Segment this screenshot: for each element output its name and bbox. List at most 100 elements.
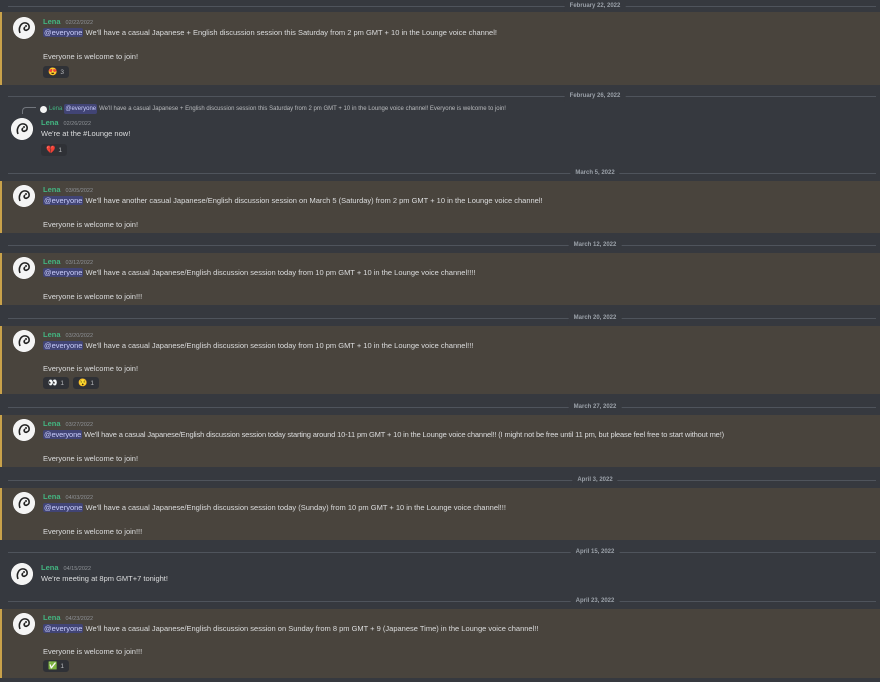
timestamp: 02/22/2022 bbox=[65, 20, 94, 26]
message-text-body: We'll have a casual Japanese/English dis… bbox=[83, 503, 506, 512]
reactions: 👀 1 😯 1 bbox=[43, 377, 99, 389]
date-divider-label: March 27, 2022 bbox=[568, 401, 622, 413]
message[interactable]: Lena @everyone We'll have a casual Japane… bbox=[0, 104, 880, 162]
message-text-second-line: Everyone is welcome to join! bbox=[43, 52, 139, 61]
message-text: We're meeting at 8pm GMT+7 tonight! bbox=[41, 574, 168, 583]
message-text-second-line: Everyone is welcome to join! bbox=[43, 220, 139, 229]
date-divider-label: February 26, 2022 bbox=[564, 90, 626, 102]
avatar[interactable] bbox=[13, 330, 35, 352]
mention-everyone[interactable]: @everyone bbox=[43, 28, 84, 37]
mention-everyone[interactable]: @everyone bbox=[43, 341, 84, 350]
date-divider: March 20, 2022 bbox=[0, 312, 880, 324]
date-divider: April 23, 2022 bbox=[0, 595, 880, 607]
username[interactable]: Lena bbox=[43, 17, 61, 26]
date-divider: February 22, 2022 bbox=[0, 0, 880, 12]
message-text-body: We'll have another casual Japanese/Engli… bbox=[83, 196, 543, 205]
avatar[interactable] bbox=[13, 17, 35, 39]
message[interactable]: Lena 04/03/2022 @everyone We'll have a ca… bbox=[0, 488, 880, 540]
date-divider: February 26, 2022 bbox=[0, 90, 880, 102]
avatar[interactable] bbox=[13, 419, 35, 441]
date-divider: March 5, 2022 bbox=[0, 167, 880, 179]
date-divider-label: April 3, 2022 bbox=[572, 474, 618, 486]
timestamp: 04/03/2022 bbox=[65, 495, 94, 501]
message-header: Lena 03/12/2022 bbox=[43, 257, 93, 268]
username[interactable]: Lena bbox=[43, 613, 61, 622]
mention-everyone[interactable]: @everyone bbox=[43, 503, 84, 512]
mention-everyone[interactable]: @everyone bbox=[43, 268, 84, 277]
timestamp: 03/12/2022 bbox=[65, 260, 94, 266]
message-header: Lena 02/22/2022 bbox=[43, 17, 93, 28]
surprised-face-emoji-icon: 😯 bbox=[77, 378, 88, 387]
avatar[interactable] bbox=[13, 185, 35, 207]
message-header: Lena 04/15/2022 bbox=[41, 563, 91, 574]
username[interactable]: Lena bbox=[43, 257, 61, 266]
message-text-body: We'll have a casual Japanese/English dis… bbox=[83, 341, 474, 350]
avatar[interactable] bbox=[11, 118, 33, 140]
reaction-eyes[interactable]: 👀 1 bbox=[43, 377, 69, 389]
timestamp: 02/26/2022 bbox=[63, 121, 92, 127]
message[interactable]: Lena 04/15/2022 We're meeting at 8pm GMT+… bbox=[0, 560, 880, 592]
message[interactable]: Lena 03/05/2022 @everyone We'll have anot… bbox=[0, 181, 880, 233]
message-list[interactable]: February 22, 2022 Lena 02/22/2022 @everyo… bbox=[0, 0, 880, 682]
eyes-emoji-icon: 👀 bbox=[48, 378, 58, 387]
message-header: Lena 03/05/2022 bbox=[43, 185, 93, 196]
username[interactable]: Lena bbox=[43, 185, 61, 194]
reply-preview[interactable]: Lena @everyone We'll have a casual Japane… bbox=[40, 104, 506, 114]
message-text-body: We'll have a casual Japanese/English dis… bbox=[83, 268, 476, 277]
username[interactable]: Lena bbox=[41, 118, 59, 127]
username[interactable]: Lena bbox=[43, 330, 61, 339]
reaction-check-mark[interactable]: ✅ 1 bbox=[43, 660, 69, 672]
timestamp: 04/15/2022 bbox=[63, 566, 92, 572]
username[interactable]: Lena bbox=[43, 419, 61, 428]
message[interactable]: Lena 03/12/2022 @everyone We'll have a ca… bbox=[0, 253, 880, 305]
broken-heart-emoji-icon: 💔 bbox=[46, 145, 56, 154]
heart-eyes-emoji-icon: 😍 bbox=[48, 67, 58, 76]
reaction-count: 1 bbox=[58, 146, 62, 154]
message-header: Lena 02/26/2022 bbox=[41, 118, 91, 129]
mention-everyone[interactable]: @everyone bbox=[43, 430, 83, 439]
avatar[interactable] bbox=[11, 563, 33, 585]
reply-text: We'll have a casual Japanese + English d… bbox=[99, 106, 506, 112]
timestamp: 03/05/2022 bbox=[65, 188, 94, 194]
reaction-count: 1 bbox=[90, 379, 94, 387]
reaction-surprised[interactable]: 😯 1 bbox=[72, 377, 99, 389]
reactions: ✅ 1 bbox=[43, 660, 69, 672]
message[interactable]: Lena 03/20/2022 @everyone We'll have a ca… bbox=[0, 326, 880, 394]
message-header: Lena 03/27/2022 bbox=[43, 419, 93, 430]
date-divider-label: March 20, 2022 bbox=[568, 312, 622, 324]
reactions: 😍 3 bbox=[43, 66, 69, 78]
date-divider: March 27, 2022 bbox=[0, 401, 880, 413]
reply-avatar bbox=[40, 105, 47, 113]
date-divider-label: February 22, 2022 bbox=[564, 0, 626, 12]
reply-mention: @everyone bbox=[64, 104, 98, 114]
message-header: Lena 03/20/2022 bbox=[43, 330, 93, 341]
message-text-body: We'll have a casual Japanese + English d… bbox=[83, 28, 497, 37]
date-divider: April 3, 2022 bbox=[0, 474, 880, 486]
message-text-body: We'll have a casual Japanese/English dis… bbox=[83, 624, 539, 633]
message[interactable]: Lena 03/27/2022 @everyone We'll have a ca… bbox=[0, 415, 880, 467]
message-text-second-line: Everyone is welcome to join! bbox=[43, 364, 139, 373]
message[interactable]: Lena 04/23/2022 @everyone We'll have a ca… bbox=[0, 609, 880, 678]
date-divider-label: March 5, 2022 bbox=[570, 167, 620, 179]
reply-connector bbox=[22, 107, 36, 114]
reaction-count: 1 bbox=[60, 379, 64, 387]
avatar[interactable] bbox=[13, 257, 35, 279]
avatar[interactable] bbox=[13, 613, 35, 635]
mention-everyone[interactable]: @everyone bbox=[43, 624, 84, 633]
username[interactable]: Lena bbox=[43, 492, 61, 501]
reaction-broken-heart[interactable]: 💔 1 bbox=[41, 144, 67, 156]
message-text: We're at the #Lounge now! bbox=[41, 129, 131, 138]
timestamp: 03/27/2022 bbox=[65, 422, 94, 428]
message-text: @everyone We'll have a casual Japanese +… bbox=[43, 28, 497, 38]
message-text-second-line: Everyone is welcome to join!!! bbox=[43, 647, 143, 656]
message-text: @everyone We'll have a casual Japanese/E… bbox=[43, 430, 724, 440]
message[interactable]: Lena 02/22/2022 @everyone We'll have a ca… bbox=[0, 12, 880, 85]
avatar[interactable] bbox=[13, 492, 35, 514]
reaction-heart-eyes[interactable]: 😍 3 bbox=[43, 66, 69, 78]
message-text: @everyone We'll have a casual Japanese/E… bbox=[43, 268, 475, 278]
mention-everyone[interactable]: @everyone bbox=[43, 196, 84, 205]
check-mark-emoji-icon: ✅ bbox=[48, 661, 58, 670]
reactions: 💔 1 bbox=[41, 144, 67, 156]
username[interactable]: Lena bbox=[41, 563, 59, 572]
date-divider: April 15, 2022 bbox=[0, 546, 880, 558]
